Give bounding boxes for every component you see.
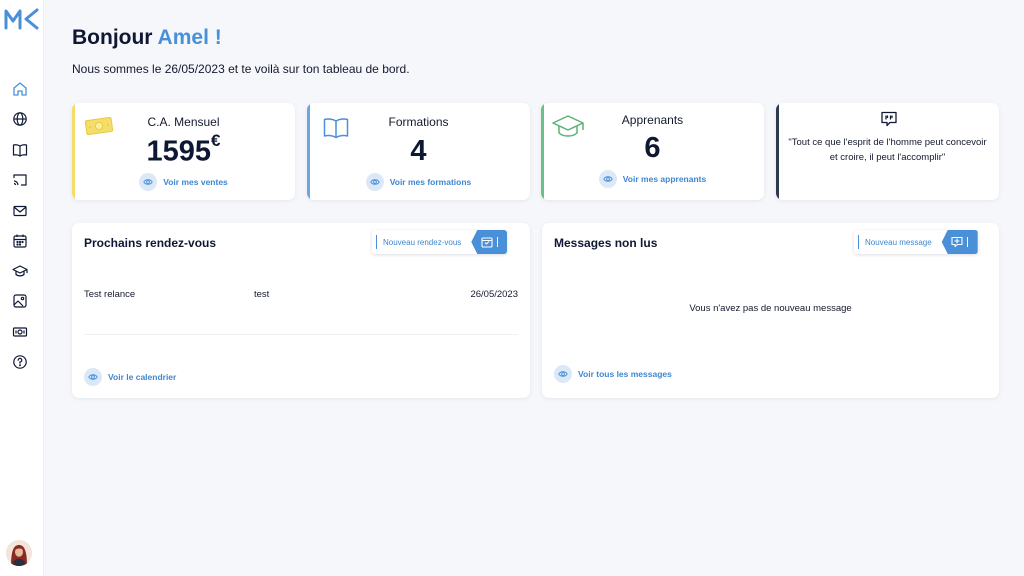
home-icon[interactable] <box>12 81 28 97</box>
new-message-button[interactable]: Nouveau message <box>854 230 978 254</box>
currency-symbol: € <box>211 131 221 150</box>
quote-text: "Tout ce que l'esprit de l'homme peut co… <box>788 137 987 163</box>
stat-title: C.A. Mensuel <box>147 115 220 129</box>
calendar-check-icon <box>471 230 508 254</box>
revenue-card: C.A. Mensuel 1595€ Voir mes ventes <box>72 103 295 200</box>
greeting-title: Bonjour Amel ! <box>72 26 222 50</box>
action-label: Nouveau rendez-vous <box>383 237 462 247</box>
quote-bubble-icon <box>881 111 897 127</box>
user-avatar[interactable] <box>6 540 32 566</box>
courses-count: 4 <box>410 135 427 167</box>
dashboard-subtitle: Nous sommes le 26/05/2023 et te voilà su… <box>72 62 410 76</box>
appointment-date: 26/05/2023 <box>470 289 518 300</box>
eye-icon <box>365 173 384 191</box>
calendar-icon[interactable] <box>12 233 28 249</box>
panel-title: Messages non lus <box>554 236 658 250</box>
user-name: Amel ! <box>157 26 222 49</box>
view-courses-link[interactable]: Voir mes formations <box>307 173 530 191</box>
cast-icon[interactable] <box>12 172 28 188</box>
view-all-messages-link[interactable]: Voir tous les messages <box>554 365 672 383</box>
link-label: Voir mes formations <box>389 177 472 187</box>
mail-icon[interactable] <box>12 203 28 219</box>
panel-title: Prochains rendez-vous <box>84 236 217 250</box>
messages-panel: Messages non lus Nouveau message Vous n'… <box>542 223 999 398</box>
view-calendar-link[interactable]: Voir le calendrier <box>84 368 176 386</box>
help-icon[interactable] <box>12 354 28 370</box>
appointment-name: Test relance <box>84 289 136 300</box>
eye-icon <box>554 365 572 383</box>
action-label: Nouveau message <box>865 237 932 247</box>
sidebar <box>0 0 44 576</box>
stat-value: 1595€ <box>72 131 295 169</box>
stat-title: Formations <box>388 115 449 129</box>
message-plus-icon <box>941 230 978 254</box>
book-icon[interactable] <box>12 142 28 158</box>
action-tick <box>967 237 969 247</box>
revenue-amount: 1595 <box>146 135 212 168</box>
money-icon[interactable] <box>12 324 28 340</box>
view-sales-link[interactable]: Voir mes ventes <box>72 173 295 191</box>
empty-messages-text: Vous n'avez pas de nouveau message <box>689 303 852 314</box>
card-accent <box>776 103 779 200</box>
image-icon[interactable] <box>12 293 28 309</box>
greeting-word: Bonjour <box>72 26 153 49</box>
quote-card: "Tout ce que l'esprit de l'homme peut co… <box>776 103 999 200</box>
new-appointment-button[interactable]: Nouveau rendez-vous <box>372 230 508 254</box>
link-label: Voir mes ventes <box>163 177 228 187</box>
link-label: Voir mes apprenants <box>622 174 707 184</box>
stat-title: Apprenants <box>621 113 684 127</box>
action-tick <box>496 237 498 247</box>
eye-icon <box>598 170 617 188</box>
eye-icon <box>139 173 158 191</box>
link-label: Voir le calendrier <box>108 372 177 382</box>
appointment-row[interactable]: Test relance test 26/05/2023 <box>84 289 518 303</box>
appointment-note: test <box>254 289 270 300</box>
row-divider <box>84 334 518 335</box>
courses-card: Formations 4 Voir mes formations <box>307 103 530 200</box>
view-learners-link[interactable]: Voir mes apprenants <box>541 170 764 188</box>
globe-icon[interactable] <box>12 111 28 127</box>
mk-logo[interactable] <box>4 8 40 30</box>
graduation-cap-icon[interactable] <box>12 263 28 279</box>
learners-card: Apprenants 6 Voir mes apprenants <box>541 103 764 200</box>
learners-count: 6 <box>644 132 661 164</box>
link-label: Voir tous les messages <box>578 369 672 379</box>
eye-icon <box>84 368 102 386</box>
appointments-panel: Prochains rendez-vous Nouveau rendez-vou… <box>72 223 530 398</box>
